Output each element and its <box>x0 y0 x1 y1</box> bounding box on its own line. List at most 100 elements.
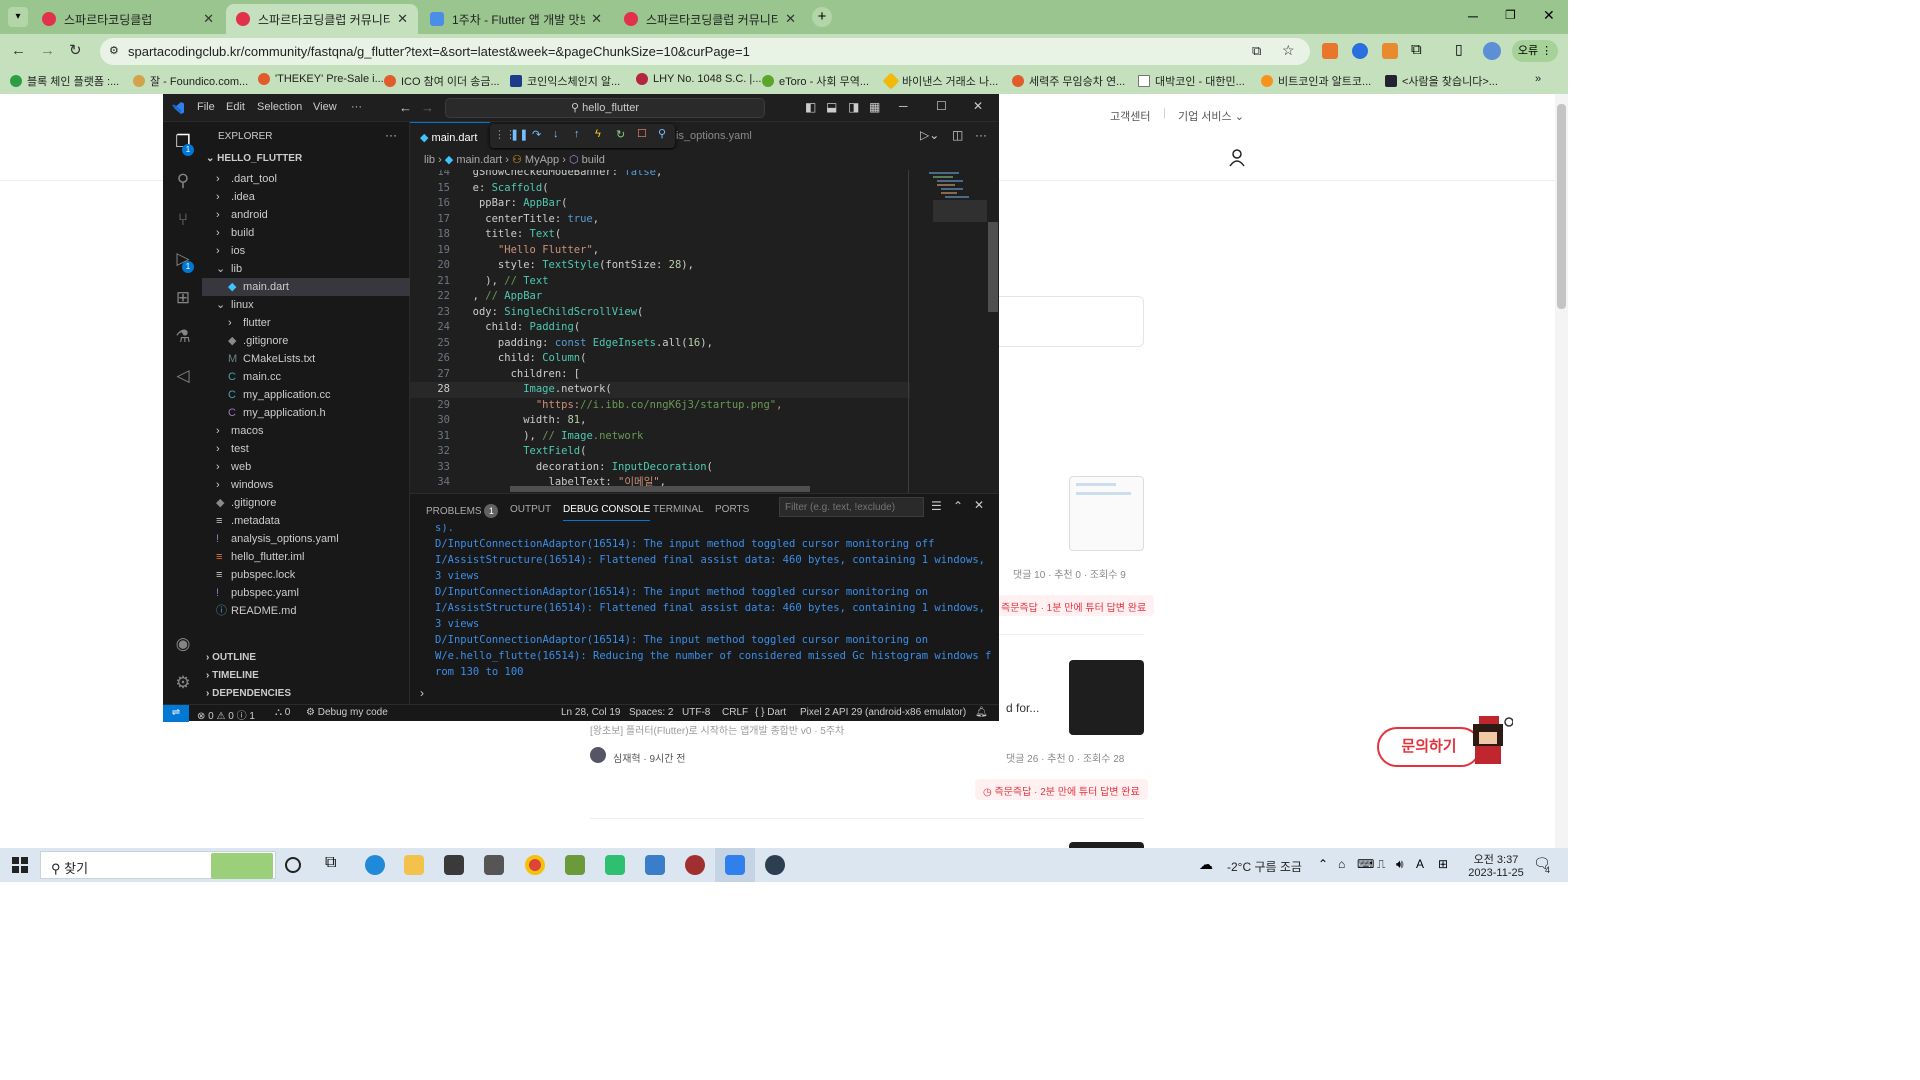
tree-item[interactable]: ⌄ lib <box>202 260 410 278</box>
tab-ports[interactable]: PORTS <box>715 504 749 515</box>
console-filter-input[interactable] <box>779 497 924 517</box>
code-line[interactable]: 24 child: Padding( <box>410 320 910 336</box>
close-window-icon[interactable]: ✕ <box>1543 7 1555 24</box>
clock[interactable]: 오전 3:37 2023-11-25 <box>1466 851 1526 879</box>
editor-tab-analysis-options[interactable]: is_options.yaml <box>676 130 752 142</box>
horizontal-scrollbar[interactable] <box>510 486 810 492</box>
bookmark-item[interactable]: LHY No. 1048 S.C. |... <box>636 73 761 85</box>
post-thumbnail[interactable] <box>1069 660 1144 735</box>
ime-indicator[interactable]: A <box>1416 857 1424 871</box>
search-box[interactable] <box>998 296 1144 347</box>
layout-icon[interactable]: ▦ <box>869 100 880 114</box>
indentation[interactable]: Spaces: 2 <box>629 707 673 718</box>
new-tab-button[interactable]: + <box>812 7 832 27</box>
ports-status[interactable]: ⛬ 0 <box>275 707 290 718</box>
mascot-image[interactable] <box>1465 712 1514 768</box>
tree-item[interactable]: M CMakeLists.txt <box>202 350 410 368</box>
code-line[interactable]: 25 padding: const EdgeInsets.all(16), <box>410 336 910 352</box>
tree-item[interactable]: ≡ .metadata <box>202 512 410 530</box>
code-line[interactable]: 31 ), // Image.network <box>410 429 910 445</box>
close-icon[interactable]: ✕ <box>591 11 602 27</box>
app-icon[interactable] <box>605 855 625 875</box>
code-line[interactable]: 28 Image.network( <box>410 382 910 398</box>
maximize-panel-icon[interactable]: ⌃ <box>953 499 963 513</box>
app-icon[interactable] <box>685 855 705 875</box>
tree-item[interactable]: › web <box>202 458 410 476</box>
extensions-puzzle-icon[interactable]: ⧉ <box>1411 41 1422 58</box>
code-line[interactable]: 16 ppBar: AppBar( <box>410 196 910 212</box>
profile-avatar[interactable] <box>1483 42 1501 60</box>
tree-item[interactable]: › .dart_tool <box>202 170 410 188</box>
tree-item[interactable]: ! analysis_options.yaml <box>202 530 410 548</box>
toggle-sidebar-icon[interactable]: ◧ <box>805 100 816 114</box>
restart-icon[interactable]: ↻ <box>616 128 625 141</box>
more-bookmarks-icon[interactable]: » <box>1535 73 1541 85</box>
step-over-icon[interactable]: ↷ <box>532 128 541 141</box>
split-editor-icon[interactable]: ◫ <box>952 128 963 142</box>
code-line[interactable]: 18 title: Text( <box>410 227 910 243</box>
extensions-icon[interactable]: ⊞ <box>172 287 194 309</box>
gear-icon[interactable]: ⚙ <box>172 672 194 694</box>
tree-item[interactable]: ≡ pubspec.lock <box>202 566 410 584</box>
tree-item[interactable]: ! pubspec.yaml <box>202 584 410 602</box>
start-button[interactable] <box>12 857 28 873</box>
code-line[interactable]: 15 e: Scaffold( <box>410 181 910 197</box>
close-icon[interactable]: ✕ <box>973 99 983 113</box>
user-icon[interactable] <box>1229 149 1245 167</box>
bookmark-item[interactable]: 대박코인 - 대한민... <box>1138 73 1245 89</box>
file-explorer-icon[interactable] <box>404 855 424 875</box>
code-line[interactable]: 23 ody: SingleChildScrollView( <box>410 305 910 321</box>
minimize-icon[interactable]: ─ <box>1468 8 1478 24</box>
code-line[interactable]: 19 "Hello Flutter", <box>410 243 910 259</box>
bookmark-item[interactable]: <사람을 찾습니다>... <box>1385 73 1498 89</box>
restore-icon[interactable]: ❐ <box>1505 8 1516 22</box>
app-icon[interactable] <box>565 855 585 875</box>
editor-scrollbar[interactable] <box>988 222 998 312</box>
eol[interactable]: CRLF <box>722 707 748 718</box>
tree-item[interactable]: ≡ hello_flutter.iml <box>202 548 410 566</box>
address-bar[interactable]: ⚙ spartacodingclub.kr/community/fastqna/… <box>100 38 1310 65</box>
volume-icon[interactable]: 🔊︎ <box>1396 857 1404 872</box>
browser-tab-1[interactable]: 스파르타코딩클럽 ✕ <box>32 4 224 34</box>
profile-error-button[interactable]: 오류 ⋮ <box>1512 40 1558 62</box>
project-root[interactable]: ⌄ HELLO_FLUTTER <box>206 153 302 164</box>
breadcrumb-item[interactable]: MyApp <box>525 154 559 166</box>
tab-problems[interactable]: PROBLEMS 1 <box>426 504 499 518</box>
site-info-icon[interactable]: ⚙ <box>109 44 119 57</box>
encoding[interactable]: UTF-8 <box>682 707 710 718</box>
bookmark-item[interactable]: 비트코인과 알트코... <box>1261 73 1371 89</box>
tray-icon[interactable]: ⌂ <box>1338 857 1345 871</box>
extension-icon[interactable] <box>1352 43 1368 59</box>
bookmark-item[interactable]: 잘 - Foundico.com... <box>133 73 248 89</box>
run-icon[interactable]: ▷⌄ <box>920 128 939 142</box>
tree-item[interactable]: › .idea <box>202 188 410 206</box>
toggle-panel-icon[interactable]: ⬓ <box>826 100 837 114</box>
debug-console-output[interactable]: s). D/InputConnectionAdaptor(16514): The … <box>410 524 999 689</box>
section-dependencies[interactable]: › DEPENDENCIES <box>206 688 291 699</box>
problems-status[interactable]: ⊗ 0 ⚠ 0 ⓘ 1 <box>197 707 255 722</box>
minimize-icon[interactable]: ─ <box>899 99 908 113</box>
tab-output[interactable]: OUTPUT <box>510 504 551 515</box>
tree-item[interactable]: ◆ .gitignore <box>202 332 410 350</box>
bookmark-star-icon[interactable]: ☆ <box>1282 42 1295 59</box>
tree-item[interactable]: › macos <box>202 422 410 440</box>
inspect-icon[interactable]: ⚲ <box>658 127 666 140</box>
console-prompt-icon[interactable]: › <box>420 686 424 700</box>
vscode-icon[interactable] <box>725 855 745 875</box>
nav-forward-icon[interactable]: → <box>421 100 434 115</box>
debug-status[interactable]: ⚙ Debug my code <box>306 707 388 718</box>
header-link-support[interactable]: 고객센터 <box>1110 108 1150 124</box>
bookmark-item[interactable]: 'THEKEY' Pre-Sale i... <box>258 73 384 85</box>
code-line[interactable]: 33 decoration: InputDecoration( <box>410 460 910 476</box>
more-actions-icon[interactable]: ··· <box>385 128 397 142</box>
step-into-icon[interactable]: ↓ <box>553 128 559 140</box>
install-icon[interactable]: ⧉ <box>1252 43 1261 59</box>
tab-debug-console[interactable]: DEBUG CONSOLE <box>563 504 651 521</box>
store-icon[interactable] <box>444 855 464 875</box>
source-control-icon[interactable]: ⑂ <box>172 209 194 231</box>
remote-button[interactable]: ⇌ <box>163 705 189 722</box>
tray-chevron-icon[interactable]: ⌃ <box>1318 857 1328 871</box>
reload-icon[interactable]: ↻ <box>69 41 82 59</box>
command-center-search[interactable]: ⚲ hello_flutter <box>445 98 765 118</box>
browser-tab-3[interactable]: 1주차 - Flutter 앱 개발 맛보기 ✕ <box>420 4 612 34</box>
